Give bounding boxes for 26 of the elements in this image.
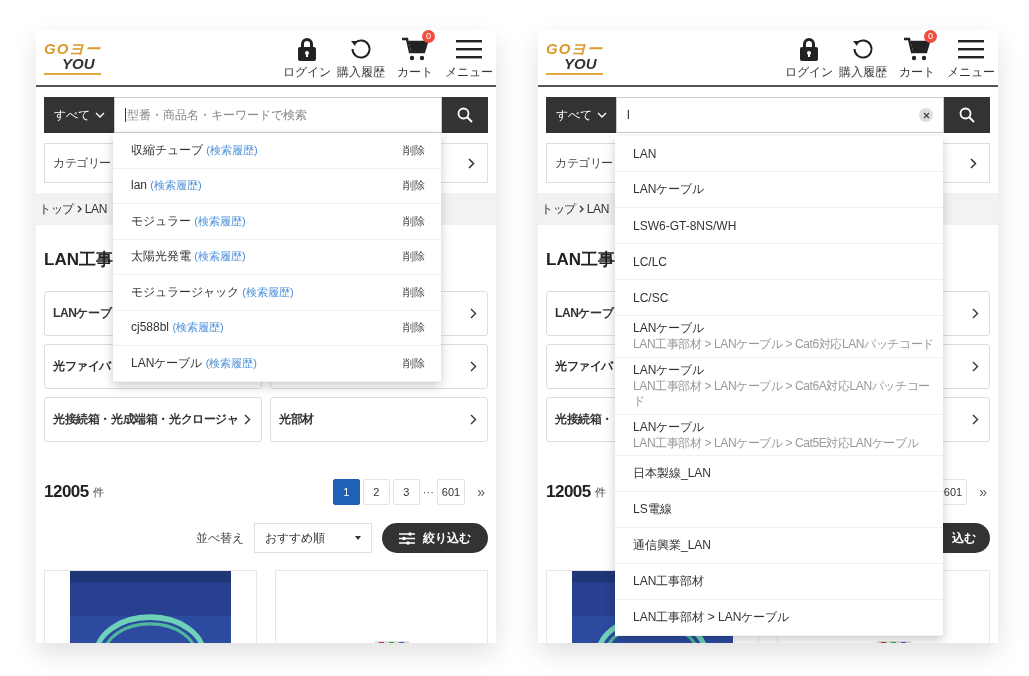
suggestion-text: LC/SC: [633, 290, 669, 305]
suggestion-text: LANケーブル: [633, 320, 705, 337]
category-path: LAN工事部材 > LANケーブル > Cat6対応LANパッチコード: [633, 337, 934, 353]
count-unit: 件: [92, 484, 104, 500]
suggestion-text: LANケーブル: [633, 181, 705, 198]
suggestion-text: LS電線: [633, 501, 672, 519]
category-path: LAN工事部材 > LANケーブル > Cat6A対応LANパッチコード: [633, 378, 931, 410]
suggestion-text: LSW6-GT-8NS/WH: [633, 218, 737, 233]
category-path: LAN工事部材 > LANケーブル > Cat5E対応LANケーブル: [633, 435, 919, 452]
result-count: 12005: [44, 482, 89, 502]
suggestion-text: LAN工事部材: [633, 573, 705, 591]
suggestion-text: 通信興業_LAN: [633, 537, 712, 555]
suggestion-text: LANケーブル: [633, 361, 705, 379]
cart-badge: 0: [924, 30, 937, 43]
cart-badge: 0: [422, 30, 435, 43]
suggestion-text: LC/LC: [633, 254, 667, 269]
page-heading: LAN工事: [44, 249, 113, 271]
suggestion-text: LANケーブル: [633, 418, 705, 436]
suggestion-text: 日本製線_LAN: [633, 465, 712, 483]
suggestion-text: LAN工事部材 > LANケーブル: [633, 609, 790, 627]
result-count: 12005: [546, 482, 591, 502]
page-heading: LAN工事: [546, 249, 615, 271]
count-unit: 件: [594, 484, 606, 500]
sort-label: 並べ替え: [196, 529, 244, 547]
page-ellipsis: ···: [422, 486, 434, 498]
suggestion-text: LAN: [633, 146, 657, 161]
